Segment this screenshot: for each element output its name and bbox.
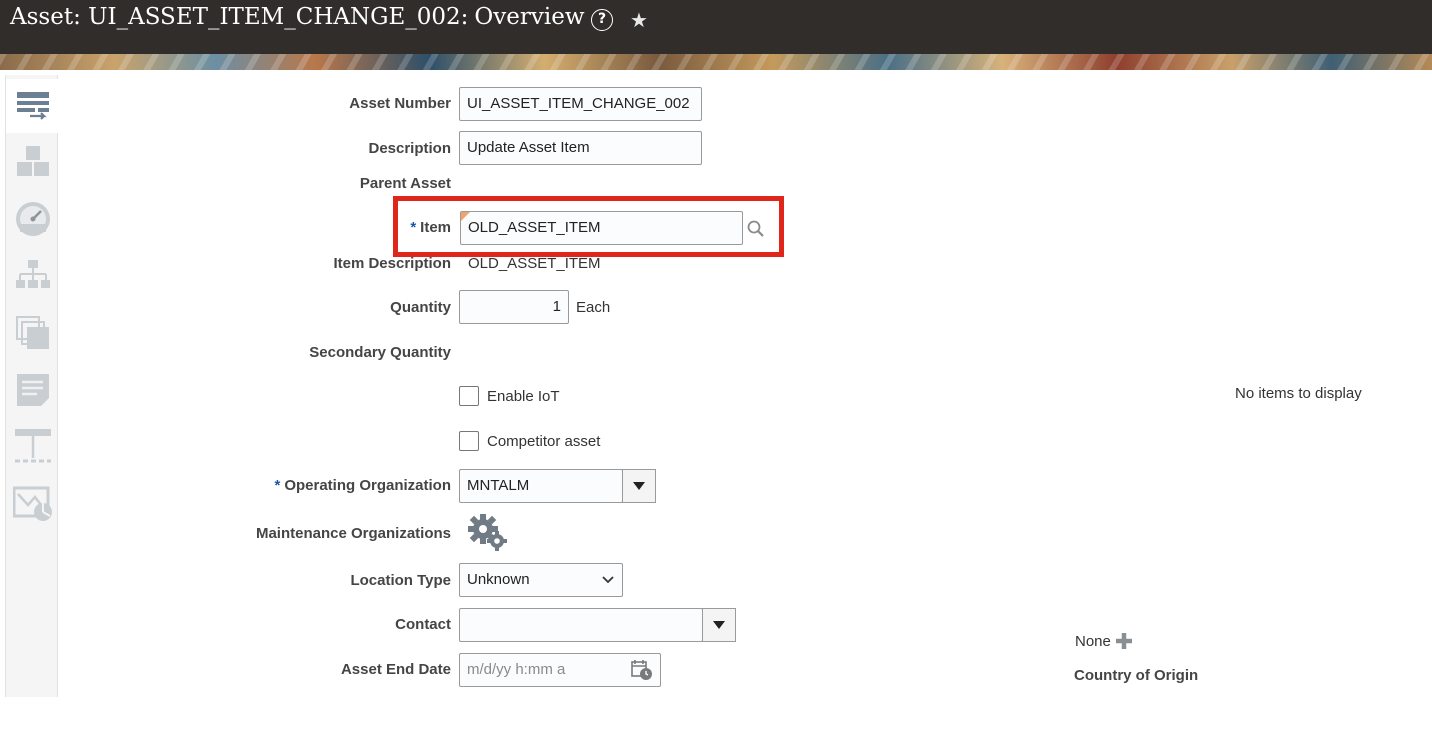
location-type-label: Location Type: [350, 572, 451, 589]
dropdown-arrow-icon: [713, 621, 725, 629]
item-description-label: Item Description: [333, 255, 451, 272]
map-icon: [12, 486, 52, 521]
country-of-origin-label: Country of Origin: [1074, 667, 1199, 684]
required-indicator: *: [274, 477, 281, 494]
highlight-box: [393, 196, 784, 257]
quantity-uom: Each: [576, 299, 611, 316]
dropdown-arrow-icon: [633, 482, 645, 490]
sidebar-item-map[interactable]: [6, 477, 59, 531]
overview-icon: [16, 92, 49, 120]
item-description-value: OLD_ASSET_ITEM: [468, 255, 601, 272]
operating-organization-dropdown-button[interactable]: [622, 469, 656, 503]
asset-number-label: Asset Number: [349, 95, 451, 112]
no-items-message: No items to display: [1235, 385, 1362, 402]
none-label: None: [1075, 633, 1111, 650]
enable-iot-label: Enable IoT: [487, 388, 560, 405]
sidebar-item-overview[interactable]: [6, 79, 60, 133]
structure-icon: [14, 429, 51, 463]
sidebar-item-components[interactable]: [6, 134, 59, 188]
sidebar-item-hierarchy[interactable]: [6, 249, 59, 303]
page-header: Asset: UI_ASSET_ITEM_CHANGE_002: Overview…: [0, 0, 1432, 54]
meter-icon: [15, 202, 50, 236]
page-title-asset: Asset: UI_ASSET_ITEM_CHANGE_002:: [10, 4, 469, 30]
secondary-quantity-label: Secondary Quantity: [309, 344, 451, 361]
sidebar-item-documents[interactable]: [6, 306, 59, 360]
operating-organization-label: * Operating Organization: [274, 477, 451, 494]
parent-asset-label: Parent Asset: [359, 175, 451, 192]
competitor-asset-checkbox[interactable]: [459, 431, 479, 451]
quantity-field[interactable]: 1: [459, 290, 569, 324]
page-title-subtitle: Overview: [474, 4, 585, 30]
sidebar-item-meters[interactable]: [6, 192, 59, 246]
asset-end-date-placeholder: m/d/yy h:mm a: [467, 661, 566, 678]
hierarchy-icon: [15, 260, 50, 288]
sidebar-item-structure[interactable]: [6, 420, 59, 474]
sidebar-item-notes[interactable]: [6, 363, 59, 417]
enable-iot-checkbox[interactable]: [459, 386, 479, 406]
maintenance-organizations-label: Maintenance Organizations: [255, 525, 451, 542]
quantity-label: Quantity: [390, 299, 451, 316]
asset-end-date-label: Asset End Date: [340, 661, 451, 678]
sidebar-nav: [5, 75, 60, 697]
blocks-icon: [16, 146, 49, 176]
chevron-down-icon: [602, 576, 614, 584]
help-icon[interactable]: ?: [591, 9, 613, 31]
calendar-icon[interactable]: [631, 659, 653, 681]
asset-number-field[interactable]: UI_ASSET_ITEM_CHANGE_002: [459, 87, 702, 121]
description-label: Description: [368, 140, 451, 157]
contact-field[interactable]: [459, 608, 703, 642]
notes-icon: [16, 374, 49, 406]
decorative-banner: [0, 54, 1432, 70]
contact-dropdown-button[interactable]: [702, 608, 736, 642]
location-type-select[interactable]: Unknown: [459, 563, 623, 597]
location-type-value: Unknown: [467, 571, 530, 588]
operating-organization-field[interactable]: MNTALM: [459, 469, 623, 503]
description-field[interactable]: Update Asset Item: [459, 131, 702, 165]
operating-organization-label-text: Operating Organization: [284, 477, 451, 494]
competitor-asset-label: Competitor asset: [487, 433, 601, 450]
page-title: Asset: UI_ASSET_ITEM_CHANGE_002: Overview: [10, 4, 585, 30]
add-icon[interactable]: [1115, 632, 1133, 650]
documents-icon: [15, 316, 49, 349]
gears-icon[interactable]: [466, 512, 510, 554]
favorite-star-icon[interactable]: ★: [630, 8, 648, 32]
contact-label: Contact: [395, 616, 451, 633]
